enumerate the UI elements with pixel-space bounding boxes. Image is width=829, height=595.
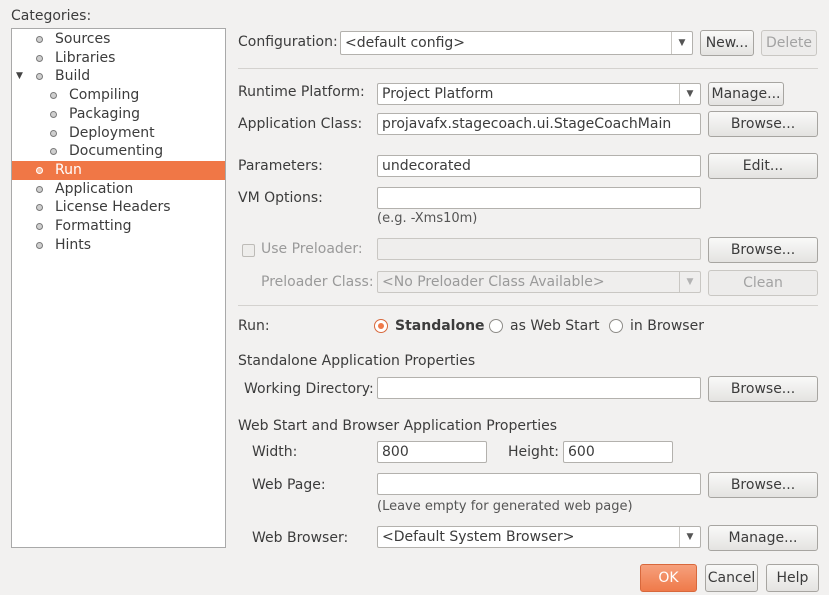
width-field[interactable]: 800 — [377, 441, 487, 463]
browse-application-class-button[interactable]: Browse... — [708, 111, 818, 137]
runtime-platform-combo[interactable]: Project Platform ▼ — [377, 83, 701, 105]
use-preloader-label: Use Preloader: — [261, 241, 363, 257]
web-browser-value: <Default System Browser> — [382, 529, 575, 545]
run-standalone-radio[interactable] — [374, 319, 388, 333]
tree-item-label: Application — [55, 180, 134, 197]
expand-arrow-icon[interactable]: ▼ — [16, 67, 23, 86]
tree-item-build[interactable]: ▼ Build — [12, 67, 225, 86]
tree-item-label: Hints — [55, 236, 92, 253]
tree-item-label: Deployment — [69, 124, 155, 141]
preloader-class-value: <No Preloader Class Available> — [382, 274, 605, 290]
tree-item-application[interactable]: Application — [12, 180, 225, 199]
tree-item-label: Sources — [55, 31, 111, 47]
tree-item-formatting[interactable]: Formatting — [12, 217, 225, 236]
web-page-label: Web Page: — [252, 477, 326, 493]
manage-platform-button[interactable]: Manage... — [708, 82, 784, 106]
chevron-down-icon[interactable]: ▼ — [679, 527, 700, 547]
vm-options-hint: (e.g. -Xms10m) — [377, 211, 478, 226]
application-class-field[interactable]: projavafx.stagecoach.ui.StageCoachMain — [377, 113, 701, 135]
web-page-hint: (Leave empty for generated web page) — [377, 499, 633, 514]
tree-item-compiling[interactable]: Compiling — [12, 86, 225, 105]
bullet-icon — [36, 73, 43, 81]
preloader-class-combo[interactable]: <No Preloader Class Available> ▼ — [377, 271, 701, 293]
working-directory-label: Working Directory: — [244, 381, 374, 397]
cancel-button[interactable]: Cancel — [705, 564, 758, 592]
vm-options-label: VM Options: — [238, 190, 323, 206]
categories-tree[interactable]: Sources Libraries ▼ Build Compiling Packaging… — [11, 28, 226, 548]
tree-item-sources[interactable]: Sources — [12, 30, 225, 49]
bullet-icon — [50, 110, 57, 118]
bullet-icon — [50, 92, 57, 100]
bullet-icon — [36, 54, 43, 62]
delete-config-button[interactable]: Delete — [761, 30, 817, 56]
tree-item-license-headers[interactable]: License Headers — [12, 198, 225, 217]
chevron-down-icon[interactable]: ▼ — [679, 84, 700, 104]
use-preloader-checkbox[interactable] — [242, 244, 255, 257]
chevron-down-icon[interactable]: ▼ — [671, 32, 692, 54]
standalone-heading: Standalone Application Properties — [238, 353, 476, 369]
parameters-label: Parameters: — [238, 158, 323, 174]
tree-item-documenting[interactable]: Documenting — [12, 142, 225, 161]
chevron-down-icon[interactable]: ▼ — [679, 272, 700, 292]
configuration-value: <default config> — [345, 35, 466, 51]
ok-button[interactable]: OK — [640, 564, 697, 592]
configuration-combo[interactable]: <default config> ▼ — [340, 31, 693, 55]
run-webstart-label[interactable]: as Web Start — [510, 318, 600, 334]
preloader-field[interactable] — [377, 238, 701, 260]
tree-item-label: Packaging — [69, 105, 141, 122]
tree-item-label: Formatting — [55, 218, 132, 234]
run-browser-label[interactable]: in Browser — [630, 318, 704, 334]
bullet-icon — [36, 36, 43, 43]
tree-item-label: Documenting — [69, 143, 164, 160]
tree-item-packaging[interactable]: Packaging — [12, 105, 225, 124]
new-config-button[interactable]: New... — [700, 30, 754, 56]
edit-parameters-button[interactable]: Edit... — [708, 153, 818, 179]
separator — [238, 305, 818, 306]
web-browser-label: Web Browser: — [252, 530, 349, 546]
vm-options-field[interactable] — [377, 187, 701, 209]
bullet-icon — [50, 148, 57, 156]
bullet-icon — [50, 129, 57, 137]
help-button[interactable]: Help — [766, 564, 819, 592]
tree-item-label: Run — [55, 161, 82, 178]
bullet-icon — [36, 241, 43, 249]
web-heading: Web Start and Browser Application Proper… — [238, 418, 558, 434]
bullet-icon — [36, 223, 43, 230]
browse-working-directory-button[interactable]: Browse... — [708, 376, 818, 402]
browse-preloader-button[interactable]: Browse... — [708, 237, 818, 263]
height-label: Height: — [508, 444, 559, 460]
run-webstart-radio[interactable] — [489, 319, 503, 333]
separator — [238, 68, 818, 69]
run-label: Run: — [238, 318, 270, 334]
application-class-label: Application Class: — [238, 116, 363, 132]
tree-item-label: Compiling — [69, 87, 140, 104]
bullet-icon — [36, 166, 43, 174]
bullet-icon — [36, 185, 43, 193]
tree-item-label: Libraries — [55, 49, 116, 66]
tree-item-hints[interactable]: Hints — [12, 236, 225, 255]
parameters-field[interactable]: undecorated — [377, 155, 701, 177]
web-browser-combo[interactable]: <Default System Browser> ▼ — [377, 526, 701, 548]
categories-label: Categories: — [11, 8, 92, 24]
preloader-class-label: Preloader Class: — [261, 274, 374, 290]
working-directory-field[interactable] — [377, 377, 701, 399]
browse-web-page-button[interactable]: Browse... — [708, 472, 818, 498]
runtime-platform-label: Runtime Platform: — [238, 84, 365, 100]
width-label: Width: — [252, 444, 298, 460]
configuration-label: Configuration: — [238, 34, 338, 50]
tree-item-label: License Headers — [55, 199, 171, 216]
manage-browsers-button[interactable]: Manage... — [708, 525, 818, 551]
bullet-icon — [36, 204, 43, 212]
run-standalone-label[interactable]: Standalone — [395, 318, 485, 334]
tree-item-libraries[interactable]: Libraries — [12, 49, 225, 68]
tree-item-run[interactable]: Run — [12, 160, 225, 180]
runtime-platform-value: Project Platform — [382, 86, 494, 102]
clean-preloader-button[interactable]: Clean — [708, 270, 818, 296]
web-page-field[interactable] — [377, 473, 701, 495]
tree-item-deployment[interactable]: Deployment — [12, 124, 225, 143]
tree-item-label: Build — [55, 68, 91, 85]
run-browser-radio[interactable] — [609, 319, 623, 333]
height-field[interactable]: 600 — [563, 441, 673, 463]
